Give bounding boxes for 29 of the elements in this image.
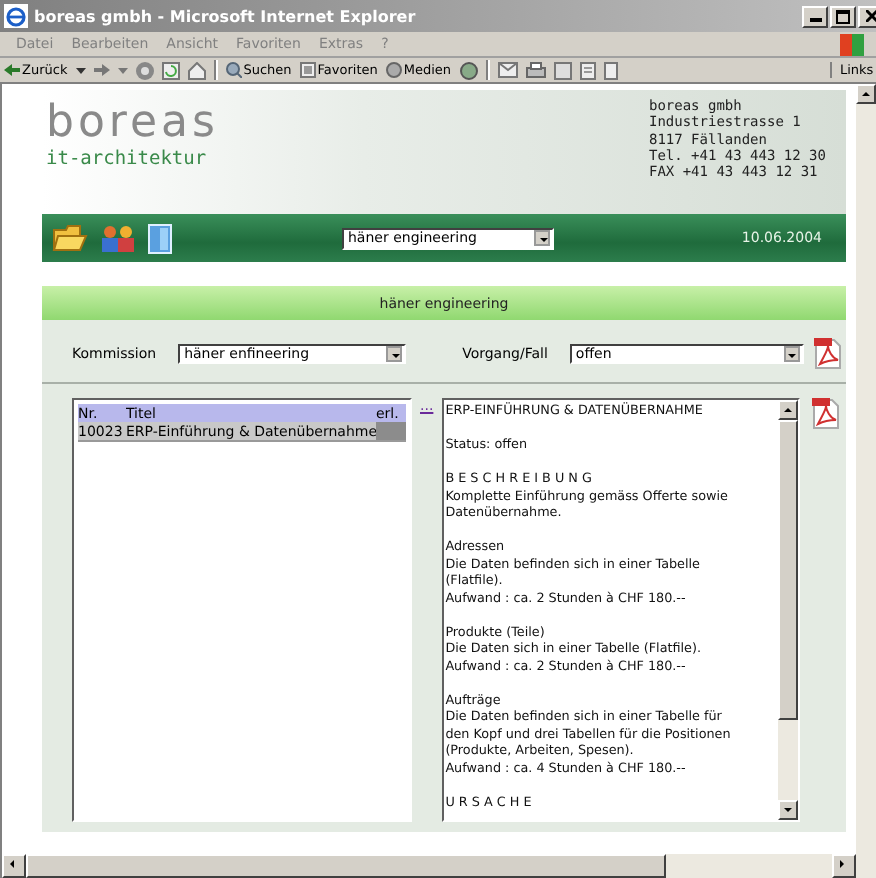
horizontal-scrollbar[interactable] [2,854,876,878]
window-title: boreas gmbh - Microsoft Internet Explorer [34,7,418,25]
disc-icon [385,62,402,78]
page-scrollbar[interactable] [856,84,876,854]
browser-logo-icon [4,4,28,28]
document-icon[interactable] [579,61,596,79]
logo-tagline: it-architektur [46,150,209,170]
globe-icon[interactable] [459,61,478,79]
back-arrow-icon [4,64,20,76]
people-icon[interactable] [100,224,136,252]
dropdown-arrow-icon[interactable] [75,67,86,73]
refresh-icon[interactable] [161,61,180,79]
stop-icon[interactable] [135,61,154,79]
minimize-button[interactable] [802,5,828,27]
pdf-icon[interactable] [813,338,842,370]
door-icon[interactable] [148,223,172,253]
windows-logo-icon [840,33,864,55]
pdf-icon[interactable] [811,398,840,430]
logo-wordmark: boreas [46,98,219,149]
document-icon[interactable] [603,61,618,79]
close-icon [865,10,876,22]
maximize-icon [836,9,850,23]
print-icon[interactable] [525,62,546,78]
text-scrollbar[interactable] [777,400,798,820]
forward-arrow-icon[interactable] [93,64,110,76]
mail-icon[interactable] [497,62,518,78]
home-icon[interactable] [187,61,206,79]
maximize-button[interactable] [830,5,856,27]
search-icon [225,62,242,78]
